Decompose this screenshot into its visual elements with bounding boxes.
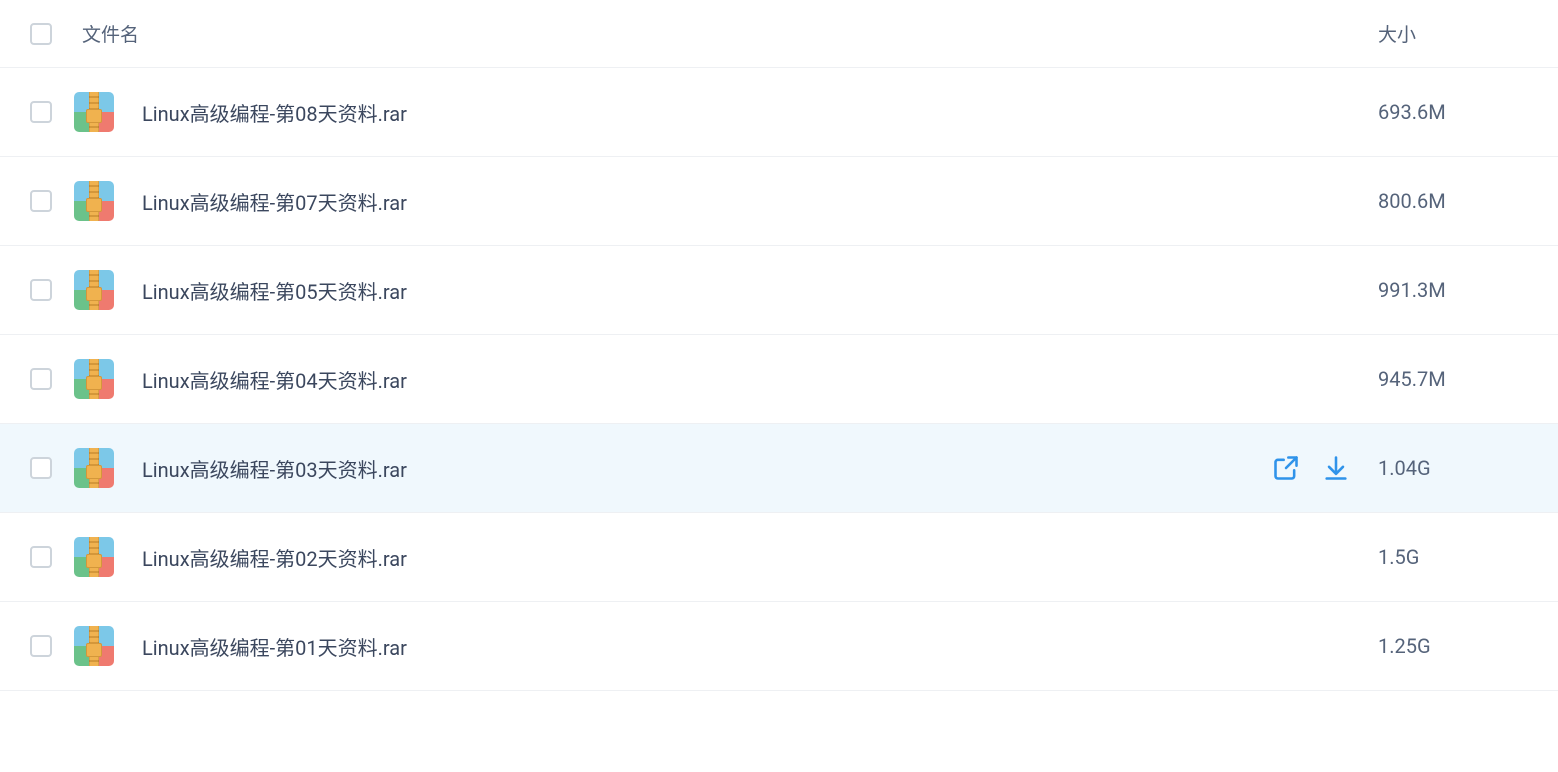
file-row[interactable]: Linux高级编程-第01天资料.rar1.25G — [0, 602, 1558, 691]
share-icon[interactable] — [1272, 454, 1300, 482]
row-actions — [1272, 454, 1350, 482]
file-name[interactable]: Linux高级编程-第02天资料.rar — [142, 543, 1378, 572]
file-list: 文件名 大小 Linux高级编程-第08天资料.rar693.6MLinux高级… — [0, 0, 1558, 691]
archive-file-icon — [74, 181, 114, 221]
column-header-name[interactable]: 文件名 — [82, 20, 139, 47]
row-checkbox[interactable] — [30, 279, 52, 301]
file-name[interactable]: Linux高级编程-第01天资料.rar — [142, 632, 1378, 661]
file-size: 1.25G — [1378, 634, 1528, 658]
file-row[interactable]: Linux高级编程-第02天资料.rar1.5G — [0, 513, 1558, 602]
row-checkbox[interactable] — [30, 368, 52, 390]
archive-file-icon — [74, 448, 114, 488]
archive-file-icon — [74, 92, 114, 132]
file-size: 1.5G — [1378, 545, 1528, 569]
row-checkbox[interactable] — [30, 457, 52, 479]
file-name[interactable]: Linux高级编程-第05天资料.rar — [142, 276, 1378, 305]
download-icon[interactable] — [1322, 454, 1350, 482]
row-checkbox[interactable] — [30, 546, 52, 568]
archive-file-icon — [74, 270, 114, 310]
file-name[interactable]: Linux高级编程-第04天资料.rar — [142, 365, 1378, 394]
file-size: 945.7M — [1378, 367, 1528, 391]
row-checkbox[interactable] — [30, 190, 52, 212]
archive-file-icon — [74, 359, 114, 399]
file-name[interactable]: Linux高级编程-第07天资料.rar — [142, 187, 1378, 216]
column-header-size[interactable]: 大小 — [1378, 20, 1528, 47]
file-size: 800.6M — [1378, 189, 1528, 213]
file-name[interactable]: Linux高级编程-第08天资料.rar — [142, 98, 1378, 127]
row-checkbox[interactable] — [30, 101, 52, 123]
header-row: 文件名 大小 — [0, 0, 1558, 68]
file-row[interactable]: Linux高级编程-第08天资料.rar693.6M — [0, 68, 1558, 157]
file-size: 1.04G — [1378, 456, 1528, 480]
file-row[interactable]: Linux高级编程-第04天资料.rar945.7M — [0, 335, 1558, 424]
select-all-checkbox[interactable] — [30, 23, 52, 45]
file-size: 991.3M — [1378, 278, 1528, 302]
file-name[interactable]: Linux高级编程-第03天资料.rar — [142, 454, 1272, 483]
file-row[interactable]: Linux高级编程-第03天资料.rar 1.04G — [0, 424, 1558, 513]
file-size: 693.6M — [1378, 100, 1528, 124]
file-row[interactable]: Linux高级编程-第05天资料.rar991.3M — [0, 246, 1558, 335]
archive-file-icon — [74, 537, 114, 577]
file-row[interactable]: Linux高级编程-第07天资料.rar800.6M — [0, 157, 1558, 246]
archive-file-icon — [74, 626, 114, 666]
row-checkbox[interactable] — [30, 635, 52, 657]
